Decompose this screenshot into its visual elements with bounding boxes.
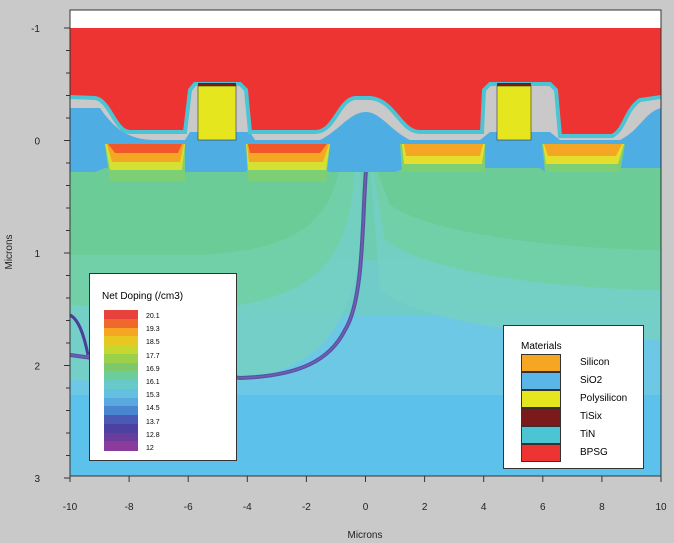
- x-tick-label: -4: [243, 502, 252, 513]
- material-label: Silicon: [580, 357, 610, 368]
- x-tick-label: 10: [655, 502, 667, 513]
- material-label: TiSix: [580, 411, 602, 422]
- ramp-swatch: [104, 441, 138, 451]
- ramp-label: 18.5: [146, 339, 160, 347]
- material-label: SiO2: [580, 375, 603, 386]
- x-axis-ticks: -10 -8 -6 -4 -2 0 2 4 6 8 10: [63, 476, 667, 513]
- tisix-right: [497, 83, 531, 86]
- x-tick-label: -6: [184, 502, 193, 513]
- y-axis-ticks: -1 0 1 2 3: [31, 24, 70, 485]
- y-tick-label: 2: [34, 362, 40, 373]
- material-swatch: [521, 390, 561, 408]
- x-tick-label: -10: [63, 502, 78, 513]
- materials-legend: Materials Silicon SiO2 Polysilicon TiSix TiN…: [503, 325, 644, 469]
- x-axis-label: Microns: [347, 530, 382, 541]
- y-axis-label: Microns: [4, 234, 15, 269]
- tisix-left: [198, 83, 236, 86]
- ramp-label: 20.1: [146, 313, 160, 320]
- ramp-label: 15.3: [146, 392, 160, 400]
- material-swatch: [521, 426, 561, 444]
- material-label: TiN: [580, 429, 596, 440]
- x-tick-label: 8: [599, 502, 605, 513]
- ramp-label: 14.5: [146, 405, 160, 413]
- ramp-label: 19.3: [146, 326, 160, 334]
- y-tick-label: 1: [34, 249, 40, 260]
- x-tick-label: 6: [540, 502, 546, 513]
- y-tick-label: 0: [34, 137, 40, 148]
- ramp-label: 12.8: [146, 431, 160, 439]
- doping-legend: Net Doping (/cm3) 20.1 19.3 18.5 17.7 16.9 16…: [89, 273, 237, 461]
- ramp-label: 16.1: [146, 379, 160, 386]
- material-label: BPSG: [580, 447, 608, 458]
- material-label: Polysilicon: [580, 393, 628, 404]
- polysilicon-gate-left: [197, 85, 237, 141]
- x-tick-label: 2: [422, 502, 428, 513]
- polysilicon-gate-right: [496, 85, 532, 141]
- top-air-band: [70, 10, 661, 28]
- doping-legend-title: Net Doping (/cm3): [102, 291, 184, 302]
- x-tick-label: -8: [125, 502, 134, 513]
- ramp-label: 17.7: [146, 352, 160, 360]
- materials-legend-title: Materials: [521, 341, 562, 352]
- y-tick-label: -1: [31, 24, 40, 35]
- x-tick-label: -2: [302, 502, 311, 513]
- x-tick-label: 4: [481, 502, 487, 513]
- material-swatch: [521, 408, 561, 426]
- ramp-label: 16.9: [146, 365, 160, 373]
- material-swatch: [521, 372, 561, 390]
- x-tick-label: 0: [363, 502, 369, 513]
- material-swatch: [521, 444, 561, 462]
- material-swatch: [521, 354, 561, 372]
- ramp-label: 13.7: [146, 418, 160, 426]
- ramp-label: 12: [146, 445, 154, 452]
- y-tick-label: 3: [34, 474, 40, 485]
